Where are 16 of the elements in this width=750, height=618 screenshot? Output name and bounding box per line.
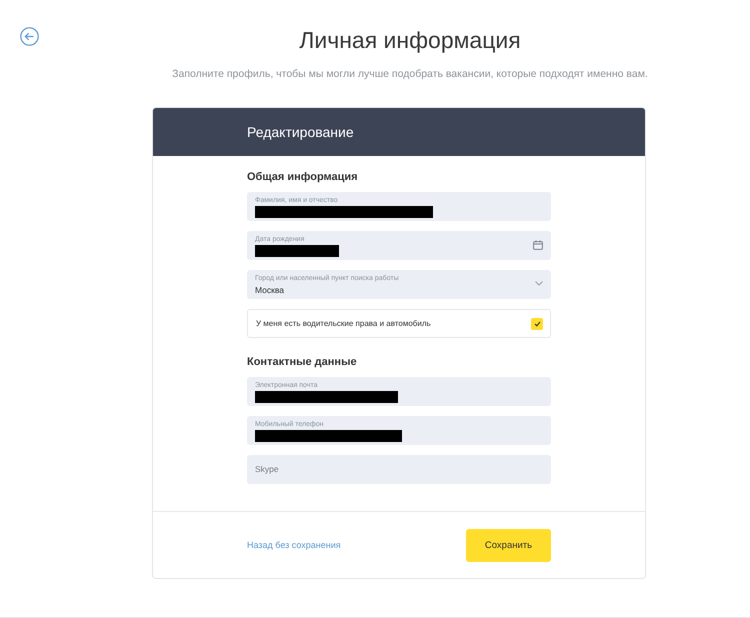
section-heading: Общая информация — [247, 171, 359, 183]
input-field[interactable]: Skype — [247, 455, 551, 484]
cancel-link[interactable]: Назад без сохранения — [247, 540, 341, 550]
section-heading: Контактные данные — [247, 356, 358, 368]
save-button[interactable]: Сохранить — [466, 528, 551, 562]
checkbox[interactable] — [531, 318, 543, 330]
page-title: Личная информация — [299, 26, 521, 55]
calendar-icon[interactable] — [533, 240, 543, 250]
page-subtitle: Заполните профиль, чтобы мы могли лучше подобрать вакансии, которые подходят именно вам. — [171, 68, 649, 80]
chevron-down-icon[interactable] — [535, 281, 543, 286]
checkbox-label: У меня есть водительские права и автомобиль — [256, 319, 431, 328]
field-placeholder: Skype — [255, 463, 280, 476]
card-title: Редактирование — [247, 124, 354, 140]
field-value: Москва — [255, 284, 286, 296]
back-icon[interactable] — [20, 27, 39, 46]
check-icon — [534, 320, 540, 326]
